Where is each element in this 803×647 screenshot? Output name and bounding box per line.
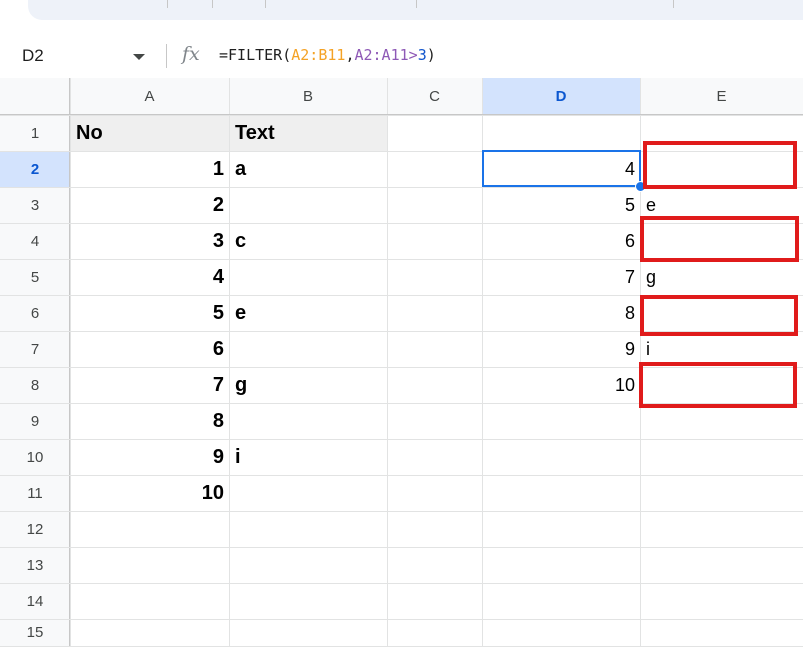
cell-d8[interactable]: 10: [483, 368, 640, 403]
row-header-13[interactable]: 13: [0, 547, 70, 583]
row-header-6[interactable]: 6: [0, 295, 70, 331]
formula-number: 3: [417, 46, 427, 64]
formula-bar: D2 fx =FILTER(A2:B11,A2:A11>3): [0, 34, 803, 78]
cell-b7[interactable]: [230, 332, 387, 367]
row-header-4[interactable]: 4: [0, 223, 70, 259]
row-header-7[interactable]: 7: [0, 331, 70, 367]
formula-criteria-ref: A2:A11>: [354, 46, 418, 64]
cell-b9[interactable]: [230, 404, 387, 439]
cell-a10[interactable]: 9: [71, 440, 229, 475]
toolbar-strip: [0, 0, 803, 34]
cell-a1[interactable]: No: [71, 116, 229, 151]
cell-a11[interactable]: 10: [71, 476, 229, 511]
cell-e5[interactable]: g: [641, 260, 803, 295]
cell-a9[interactable]: 8: [71, 404, 229, 439]
row-header-3[interactable]: 3: [0, 187, 70, 223]
row-header-11[interactable]: 11: [0, 475, 70, 511]
cell-a7[interactable]: 6: [71, 332, 229, 367]
row-header-8[interactable]: 8: [0, 367, 70, 403]
chevron-down-icon[interactable]: [133, 54, 145, 60]
row-header-1[interactable]: 1: [0, 115, 70, 151]
formula-text: ): [426, 46, 436, 64]
grid-line: [0, 114, 803, 115]
column-header-a[interactable]: A: [70, 78, 229, 115]
highlight-box: [640, 295, 798, 336]
highlight-box: [640, 216, 799, 262]
cell-b4[interactable]: c: [230, 224, 387, 259]
row-header-14[interactable]: 14: [0, 583, 70, 619]
sheet-grid[interactable]: A B C D E 1 2 3 4 5 6 7 8 9 10 11 12 13 14 15 No Text 1 2 3 4 5 6 7 8…: [0, 78, 803, 647]
column-header-e[interactable]: E: [640, 78, 803, 115]
cell-b1[interactable]: Text: [230, 116, 387, 151]
cell-b2[interactable]: a: [230, 152, 387, 187]
formula-bar-divider: [166, 44, 167, 68]
cell-b11[interactable]: [230, 476, 387, 511]
highlight-box: [643, 141, 797, 189]
cell-a8[interactable]: 7: [71, 368, 229, 403]
row-header-12[interactable]: 12: [0, 511, 70, 547]
cell-a2[interactable]: 1: [71, 152, 229, 187]
grid-line: [0, 619, 803, 620]
fx-icon: fx: [182, 43, 200, 65]
name-box[interactable]: D2: [22, 46, 44, 66]
toolbar-divider: [212, 0, 213, 8]
highlight-box: [639, 362, 797, 408]
cell-a3[interactable]: 2: [71, 188, 229, 223]
toolbar-divider: [673, 0, 674, 8]
cell-b3[interactable]: [230, 188, 387, 223]
row-header-2[interactable]: 2: [0, 151, 70, 187]
toolbar-divider: [416, 0, 417, 8]
cell-b5[interactable]: [230, 260, 387, 295]
formula-range-ref: A2:B11: [291, 46, 346, 64]
active-cell-selection: [482, 150, 641, 187]
select-all-corner[interactable]: [0, 78, 70, 115]
cell-a5[interactable]: 4: [71, 260, 229, 295]
row-header-9[interactable]: 9: [0, 403, 70, 439]
formula-text: =FILTER(: [219, 46, 292, 64]
cell-a4[interactable]: 3: [71, 224, 229, 259]
column-header-d[interactable]: D: [482, 78, 640, 115]
grid-line: [387, 78, 388, 646]
row-header-5[interactable]: 5: [0, 259, 70, 295]
grid-line: [0, 547, 803, 548]
cell-b8[interactable]: g: [230, 368, 387, 403]
grid-line: [0, 583, 803, 584]
grid-line: [69, 78, 70, 646]
column-header-b[interactable]: B: [229, 78, 387, 115]
cell-b6[interactable]: e: [230, 296, 387, 331]
cell-b10[interactable]: i: [230, 440, 387, 475]
cell-d4[interactable]: 6: [483, 224, 640, 259]
cell-d3[interactable]: 5: [483, 188, 640, 223]
cell-d7[interactable]: 9: [483, 332, 640, 367]
row-header-15[interactable]: 15: [0, 619, 70, 646]
grid-line: [0, 511, 803, 512]
toolbar-divider: [167, 0, 168, 8]
row-header-10[interactable]: 10: [0, 439, 70, 475]
toolbar-divider: [265, 0, 266, 8]
cell-d5[interactable]: 7: [483, 260, 640, 295]
cell-d6[interactable]: 8: [483, 296, 640, 331]
cell-a6[interactable]: 5: [71, 296, 229, 331]
formula-input[interactable]: =FILTER(A2:B11,A2:A11>3): [219, 46, 436, 64]
column-header-c[interactable]: C: [387, 78, 482, 115]
